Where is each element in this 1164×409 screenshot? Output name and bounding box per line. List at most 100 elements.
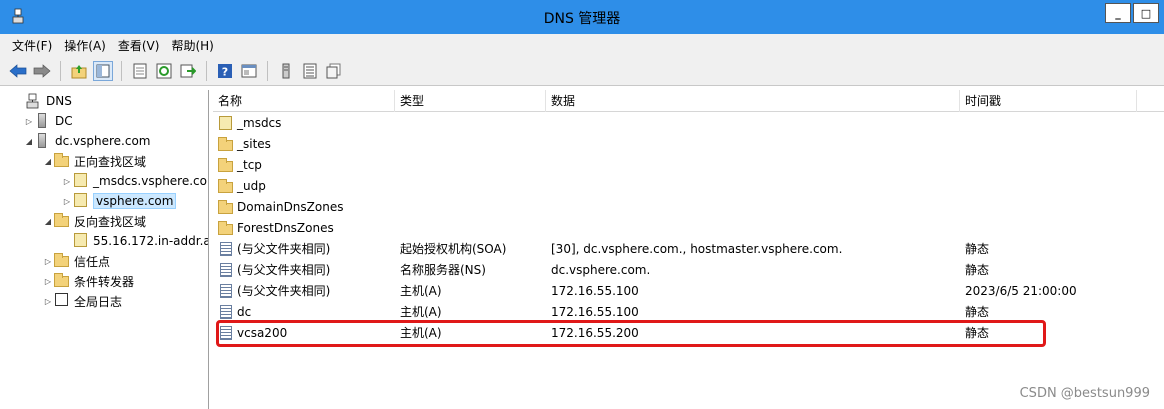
server-icon[interactable] xyxy=(276,61,296,81)
menu-file[interactable]: 文件(F) xyxy=(12,37,52,54)
server-icon xyxy=(35,133,51,149)
cell-data: dc.vsphere.com. xyxy=(551,263,651,277)
tree-item-label: DC xyxy=(55,114,73,128)
copy-icon[interactable] xyxy=(324,61,344,81)
forward-arrow-icon[interactable] xyxy=(32,61,52,81)
folder-icon xyxy=(54,153,70,169)
tree-expander[interactable]: ◢ xyxy=(42,217,54,226)
cell-name-text: _sites xyxy=(237,137,271,151)
tree-item[interactable]: ▷ vsphere.com xyxy=(61,191,177,211)
toolbar: ? xyxy=(0,56,1164,86)
tree-expander[interactable]: ◢ xyxy=(42,157,54,166)
log-icon xyxy=(54,293,70,309)
table-row[interactable]: _udp xyxy=(213,176,1164,197)
zone-icon xyxy=(73,173,89,189)
cell-name: (与父文件夹相同) xyxy=(218,281,330,302)
menu-help[interactable]: 帮助(H) xyxy=(171,37,213,54)
cell-timestamp: 静态 xyxy=(965,242,990,256)
tree-item[interactable]: ▷ 信任点 xyxy=(42,251,110,271)
svg-text:?: ? xyxy=(222,65,228,78)
back-arrow-icon[interactable] xyxy=(8,61,28,81)
tree-item-label: 正向查找区域 xyxy=(74,154,147,169)
zone-icon xyxy=(73,193,89,209)
tree-expander[interactable]: ◢ xyxy=(23,137,35,146)
properties-icon[interactable] xyxy=(130,61,150,81)
table-row[interactable]: _tcp xyxy=(213,155,1164,176)
cell-name: _msdcs xyxy=(218,113,281,134)
tree-item[interactable]: ▷ _msdcs.vsphere.cor xyxy=(61,171,208,191)
menu-view[interactable]: 查看(V) xyxy=(118,37,160,54)
column-timestamp[interactable]: 时间戳 xyxy=(960,90,1137,112)
minimize-button[interactable]: _ xyxy=(1105,3,1131,23)
up-folder-icon[interactable] xyxy=(69,61,89,81)
title-bar: DNS 管理器 _ □ xyxy=(0,0,1164,34)
cell-timestamp: 2023/6/5 21:00:00 xyxy=(965,284,1077,298)
tree-item[interactable]: ▷ DC xyxy=(23,111,73,131)
tree-item[interactable]: ◢ 正向查找区域 xyxy=(42,151,146,171)
tree-item-label: 55.16.172.in-addr.a xyxy=(93,234,209,248)
zone-icon xyxy=(218,115,234,132)
record-list-icon[interactable] xyxy=(300,61,320,81)
column-type[interactable]: 类型 xyxy=(395,90,546,112)
record-icon xyxy=(218,304,234,321)
tree-item[interactable]: ◢ dc.vsphere.com xyxy=(23,131,150,151)
cell-data: [30], dc.vsphere.com., hostmaster.vspher… xyxy=(551,242,843,256)
folder-icon xyxy=(218,157,234,174)
tree-item[interactable]: ▷ 条件转发器 xyxy=(42,271,134,291)
tree-expander[interactable]: ▷ xyxy=(23,117,35,126)
cell-name-text: (与父文件夹相同) xyxy=(237,242,331,256)
tree-item-label: DNS xyxy=(46,94,72,108)
dns-icon xyxy=(26,93,42,109)
list-header: 名称 类型 数据 时间戳 xyxy=(213,90,1164,112)
tree-item-label: dc.vsphere.com xyxy=(55,134,151,148)
cell-type: 名称服务器(NS) xyxy=(400,263,486,277)
window-title: DNS 管理器 xyxy=(543,11,621,27)
cell-name: _udp xyxy=(218,176,266,197)
table-row[interactable]: (与父文件夹相同) 主机(A) 172.16.55.100 2023/6/5 21:0… xyxy=(213,281,1164,302)
tree-expander[interactable]: ▷ xyxy=(42,297,54,306)
menu-action[interactable]: 操作(A) xyxy=(64,37,106,54)
tree-expander[interactable]: ▷ xyxy=(61,177,73,186)
tree-expander[interactable]: ▷ xyxy=(42,257,54,266)
cell-name-text: ForestDnsZones xyxy=(237,221,334,235)
column-name[interactable]: 名称 xyxy=(213,90,395,112)
table-row[interactable]: _msdcs xyxy=(213,113,1164,134)
cell-name: _tcp xyxy=(218,155,262,176)
watermark: CSDN @bestsun999 xyxy=(1019,386,1150,401)
tree-item-label: 条件转发器 xyxy=(74,274,135,289)
table-row[interactable]: DomainDnsZones xyxy=(213,197,1164,218)
cell-type: 起始授权机构(SOA) xyxy=(400,242,507,256)
tree-item[interactable]: ◢ 反向查找区域 xyxy=(42,211,146,231)
cell-name-text: _msdcs xyxy=(237,116,282,130)
maximize-button[interactable]: □ xyxy=(1133,3,1159,23)
table-row[interactable]: (与父文件夹相同) 起始授权机构(SOA) [30], dc.vsphere.com… xyxy=(213,239,1164,260)
tree-item[interactable]: 55.16.172.in-addr.a xyxy=(61,231,209,251)
cell-name: _sites xyxy=(218,134,271,155)
folder-icon xyxy=(218,178,234,195)
folder-icon xyxy=(218,220,234,237)
cell-name: (与父文件夹相同) xyxy=(218,239,330,260)
tree-item[interactable]: ▷ 全局日志 xyxy=(42,291,122,311)
tree-expander[interactable]: ▷ xyxy=(61,197,73,206)
folder-icon xyxy=(218,136,234,153)
table-row[interactable]: ForestDnsZones xyxy=(213,218,1164,239)
console-icon[interactable] xyxy=(239,61,259,81)
cell-name-text: _udp xyxy=(237,179,266,193)
tree-expander[interactable]: ▷ xyxy=(42,277,54,286)
table-row[interactable]: _sites xyxy=(213,134,1164,155)
column-data[interactable]: 数据 xyxy=(546,90,960,112)
cell-name-text: _tcp xyxy=(237,158,262,172)
cell-name-text: (与父文件夹相同) xyxy=(237,284,331,298)
console-tree: DNS ▷ DC ◢ dc.vsphere.com ◢ 正向查找区域 ▷ _msdcs.vsph… xyxy=(12,90,209,409)
refresh-icon[interactable] xyxy=(154,61,174,81)
help-icon[interactable]: ? xyxy=(215,61,235,81)
tree-item-label: vsphere.com xyxy=(93,193,177,209)
folder-icon xyxy=(218,199,234,216)
table-row[interactable]: (与父文件夹相同) 名称服务器(NS) dc.vsphere.com. 静态 xyxy=(213,260,1164,281)
tree-item[interactable]: DNS xyxy=(14,91,72,111)
folder-icon xyxy=(54,213,70,229)
menu-bar: 文件(F) 操作(A) 查看(V) 帮助(H) xyxy=(0,34,1164,56)
show-tree-icon[interactable] xyxy=(93,60,113,81)
cell-type: 主机(A) xyxy=(400,284,442,298)
export-icon[interactable] xyxy=(178,61,198,81)
